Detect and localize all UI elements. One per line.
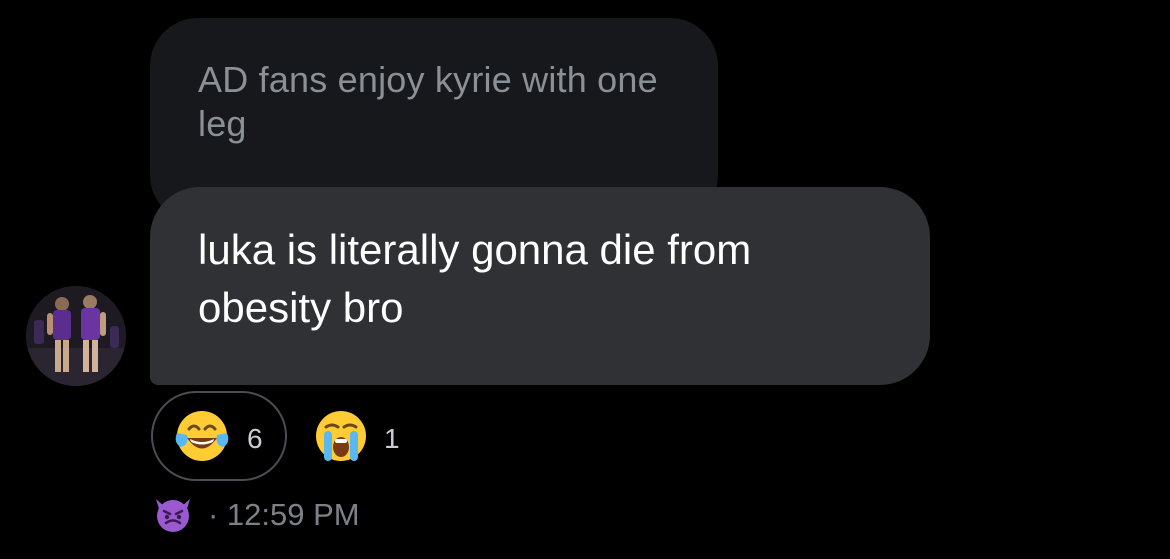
reaction-laugh-count: 6 <box>247 423 263 454</box>
face-with-tears-of-joy-icon <box>175 411 229 461</box>
message-text: luka is literally gonna die from obesity… <box>198 226 752 331</box>
message-timestamp: · 12:59 PM <box>208 497 360 532</box>
smiling-face-with-horns-icon <box>156 499 190 532</box>
loudly-crying-face-icon <box>316 411 366 461</box>
quoted-message-text: AD fans enjoy kyrie with one leg <box>198 59 658 144</box>
message-bubble[interactable]: luka is literally gonna die from obesity… <box>150 187 930 385</box>
reaction-laugh-button[interactable]: 6 <box>151 391 287 481</box>
reaction-cry-button[interactable]: 1 <box>310 405 410 469</box>
sender-avatar[interactable] <box>26 286 126 386</box>
reaction-cry-count: 1 <box>384 423 400 454</box>
avatar-photo-icon <box>26 286 126 386</box>
